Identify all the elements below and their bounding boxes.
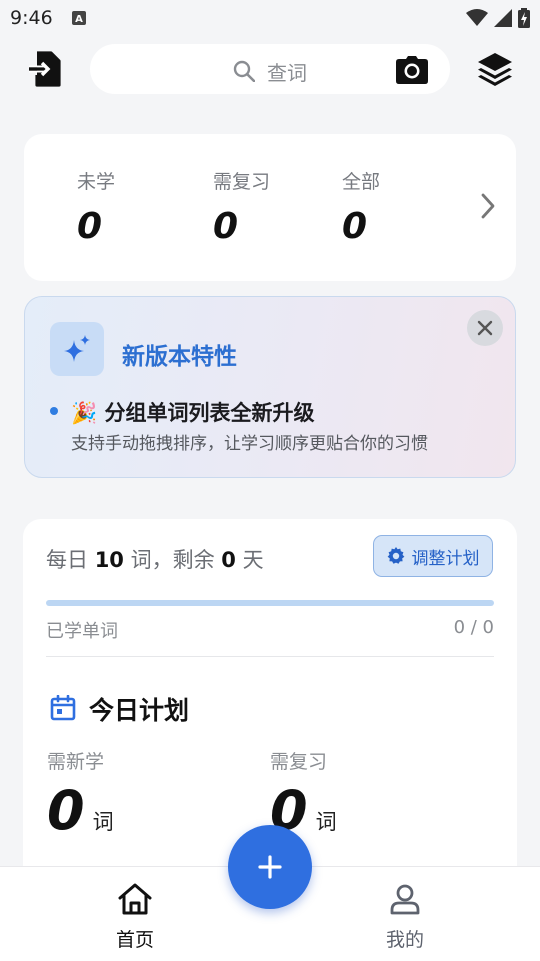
review-words-unit: 词	[315, 810, 337, 834]
learned-words-value: 0 / 0	[453, 617, 494, 638]
gear-icon	[387, 547, 404, 564]
user-icon	[390, 884, 420, 915]
notification-a-icon: A	[72, 11, 86, 25]
feature-title: 新版本特性	[122, 344, 237, 370]
signal-icon	[494, 9, 512, 27]
stat-label: 全部	[342, 171, 381, 193]
close-icon	[477, 320, 493, 336]
new-feature-card: 新版本特性 🎉 分组单词列表全新升级 支持手动拖拽排序，让学习顺序更贴合你的习惯	[24, 296, 516, 478]
new-words-label: 需新学	[47, 751, 105, 773]
adjust-plan-label: 调整计划	[411, 548, 480, 569]
stat-unlearned: 未学 0	[77, 167, 115, 247]
wifi-icon	[466, 9, 488, 26]
chevron-right-icon[interactable]	[480, 192, 496, 220]
plus-icon	[258, 855, 282, 879]
feature-item-title: 🎉 分组单词列表全新升级	[71, 401, 315, 425]
svg-text:A: A	[75, 14, 83, 25]
summary-mid: 词，剩余	[123, 548, 222, 572]
bullet-dot	[50, 407, 58, 415]
add-button[interactable]	[228, 825, 312, 909]
daily-plan-summary: 每日 10 词，剩余 0 天	[46, 544, 264, 574]
stat-value: 0	[342, 206, 368, 247]
layers-icon	[478, 53, 512, 86]
new-words-unit: 词	[92, 810, 114, 834]
sparkle-icon	[64, 335, 90, 362]
stat-value: 0	[77, 206, 103, 247]
feature-item-description: 支持手动拖拽排序，让学习顺序更贴合你的习惯	[71, 434, 428, 454]
search-icon	[233, 60, 255, 82]
word-stats-card[interactable]: 未学 0 需复习 0 全部 0	[24, 134, 516, 281]
summary-prefix: 每日	[46, 548, 95, 572]
today-plan-title: 今日计划	[89, 696, 190, 725]
nav-home-label: 首页	[115, 929, 154, 951]
adjust-plan-button[interactable]: 调整计划	[373, 535, 493, 577]
nav-home[interactable]: 首页	[75, 883, 195, 952]
nav-mine[interactable]: 我的	[345, 883, 465, 952]
import-button[interactable]	[26, 50, 64, 88]
stat-total: 全部 0	[342, 167, 380, 247]
nav-mine-label: 我的	[385, 929, 424, 951]
new-words-block: 需新学 0 词	[47, 747, 114, 840]
calendar-icon	[50, 695, 76, 721]
system-icons	[466, 8, 530, 28]
layers-button[interactable]	[476, 50, 514, 88]
review-words-label: 需复习	[270, 751, 328, 773]
status-bar: 9:46 A	[0, 0, 540, 36]
camera-icon[interactable]	[396, 56, 428, 84]
new-words-value: 0	[47, 779, 85, 842]
search-placeholder: 查词	[267, 61, 307, 85]
days-left: 0	[221, 548, 236, 572]
daily-count: 10	[94, 548, 124, 572]
top-bar: 查词	[0, 40, 540, 98]
learned-progress-bar	[46, 600, 494, 606]
stat-review: 需复习 0	[213, 167, 270, 247]
battery-icon	[518, 8, 530, 28]
stat-value: 0	[213, 206, 239, 247]
summary-suffix: 天	[235, 548, 264, 572]
stat-label: 需复习	[213, 171, 271, 193]
home-icon	[118, 883, 152, 915]
search-bar[interactable]: 查词	[90, 44, 450, 94]
learned-words-label: 已学单词	[46, 621, 118, 642]
divider	[46, 656, 494, 657]
status-time: 9:46	[10, 7, 53, 29]
feature-badge	[50, 322, 104, 376]
close-button[interactable]	[467, 310, 503, 346]
stat-label: 未学	[77, 171, 116, 193]
file-import-icon	[29, 51, 61, 87]
